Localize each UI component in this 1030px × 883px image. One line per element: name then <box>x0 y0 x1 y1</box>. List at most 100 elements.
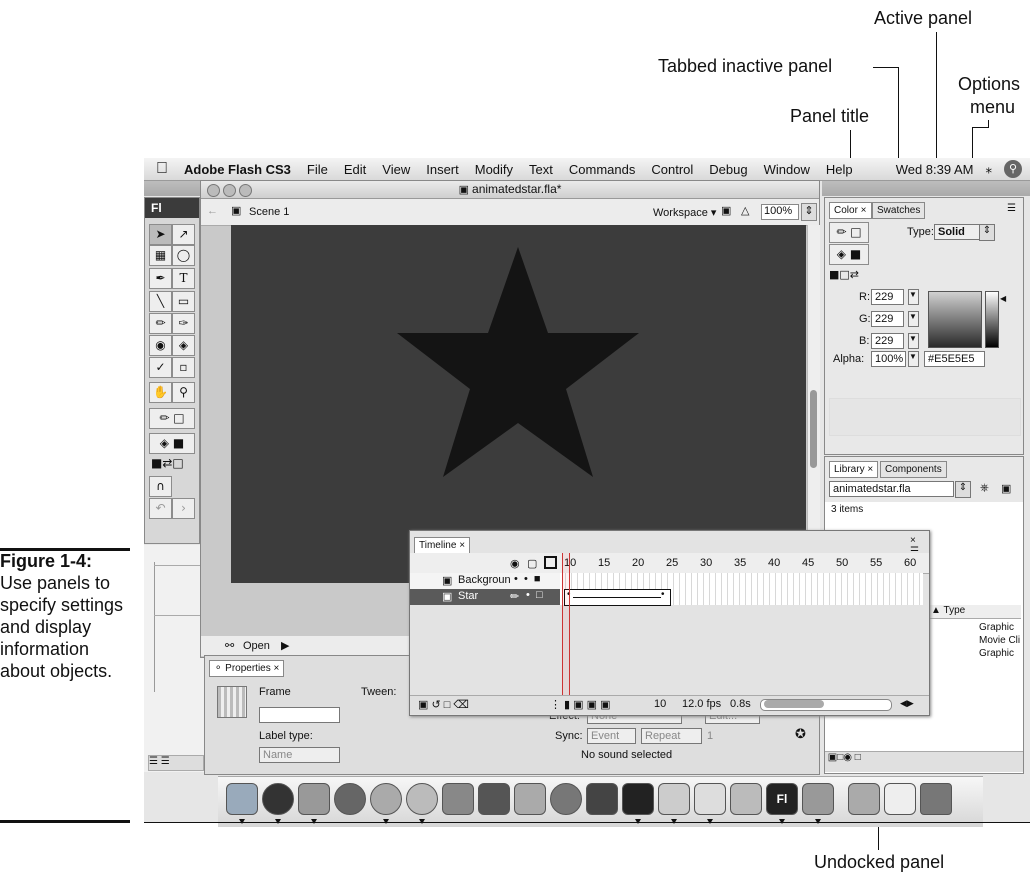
layer-row-star[interactable]: ▣ Star ✏ • □ <box>410 589 560 605</box>
tab-color[interactable]: Color × <box>829 202 872 219</box>
b-field[interactable]: 229 <box>871 333 904 349</box>
spotlight-icon[interactable]: ⚲ <box>1004 160 1022 178</box>
brightness-pointer-icon[interactable]: ◀ <box>1000 294 1006 303</box>
apple-icon[interactable]:  <box>156 160 168 178</box>
menu-modify[interactable]: Modify <box>475 162 513 177</box>
label-type-select[interactable]: Name <box>259 747 340 763</box>
color-spectrum[interactable] <box>928 291 982 348</box>
view-buttons[interactable]: ☰ ☰ <box>148 755 204 771</box>
black-white-swap-icons[interactable]: ■□⇄ <box>829 268 859 281</box>
brush-tool-icon[interactable]: ✑ <box>172 313 195 334</box>
onion-skin-icons[interactable]: ⋮ ▮ ▣ ▣ ▣ <box>550 698 610 711</box>
g-dropdown-icon[interactable]: ▼ <box>908 311 919 327</box>
alpha-field[interactable]: 100% <box>871 351 906 367</box>
word-icon[interactable] <box>694 783 726 815</box>
open-icon[interactable]: ⚯ <box>225 639 234 652</box>
frame-name-input[interactable] <box>259 707 340 723</box>
eraser-tool-icon[interactable]: ▫ <box>172 357 195 378</box>
documents-folder-icon[interactable] <box>884 783 916 815</box>
library-type-2[interactable]: Movie Cli <box>979 635 1020 646</box>
zoom-tool-icon[interactable]: ⚲ <box>172 382 195 403</box>
vertical-scroll-thumb[interactable] <box>810 390 817 468</box>
type-select[interactable]: Solid <box>934 224 981 240</box>
menu-edit[interactable]: Edit <box>344 162 366 177</box>
b-dropdown-icon[interactable]: ▼ <box>908 333 919 349</box>
pencil-tool-icon[interactable]: ✏ <box>149 313 172 334</box>
repeat-select[interactable]: Repeat <box>641 728 702 744</box>
new-library-icon[interactable]: ▣ <box>1001 482 1011 495</box>
open-label[interactable]: Open <box>243 640 270 652</box>
menu-view[interactable]: View <box>382 162 410 177</box>
menu-clock[interactable]: Wed 8:39 AM <box>896 162 974 177</box>
workspace-menu[interactable]: Workspace ▾ <box>653 206 716 219</box>
library-select-arrows-icon[interactable]: ⇕ <box>955 481 971 498</box>
menu-commands[interactable]: Commands <box>569 162 635 177</box>
finder-icon[interactable] <box>226 783 258 815</box>
options-menu-icon[interactable]: ☰ <box>1007 203 1016 214</box>
add-layer-icons[interactable]: ▣ ↺ □ ⌫ <box>418 698 469 711</box>
zoom-dropdown-icon[interactable]: ⇕ <box>801 203 817 221</box>
help-icon[interactable]: ✪ <box>795 726 806 742</box>
lasso-tool-icon[interactable]: ◯ <box>172 245 195 266</box>
timeline-scroll-thumb[interactable] <box>764 700 824 708</box>
photos-icon[interactable] <box>478 783 510 815</box>
edit-symbol-icon[interactable]: △ <box>741 204 749 217</box>
library-column-header[interactable]: ▲ Type <box>925 605 1021 619</box>
tab-timeline[interactable]: Timeline × <box>414 537 471 554</box>
fill-color-swatch[interactable]: ◈ ■ <box>149 433 195 454</box>
rectangle-tool-icon[interactable]: ▭ <box>172 291 195 312</box>
bluetooth-icon[interactable]: ⁎ <box>986 162 993 177</box>
outline-icon[interactable] <box>544 556 557 569</box>
tab-components[interactable]: Components <box>880 461 947 478</box>
text-tool-icon[interactable]: T <box>172 268 195 289</box>
brightness-slider[interactable] <box>985 291 999 348</box>
tween-span[interactable]: • • <box>564 589 671 606</box>
smooth-icon[interactable]: ↶ <box>149 498 172 519</box>
scene-label[interactable]: Scene 1 <box>249 206 289 218</box>
scroll-arrows-icon[interactable]: ◀▶ <box>900 698 914 709</box>
mail-icon[interactable] <box>298 783 330 815</box>
tab-properties[interactable]: ⚬ Properties × <box>209 660 285 677</box>
g-field[interactable]: 229 <box>871 311 904 327</box>
subselection-tool-icon[interactable]: ↗ <box>172 224 195 245</box>
lock-icon[interactable]: ▢ <box>527 557 537 570</box>
tab-swatches[interactable]: Swatches <box>872 202 926 219</box>
menu-insert[interactable]: Insert <box>426 162 459 177</box>
r-dropdown-icon[interactable]: ▼ <box>908 289 919 305</box>
safari-icon[interactable] <box>370 783 402 815</box>
menu-debug[interactable]: Debug <box>709 162 747 177</box>
minimize-window-button[interactable] <box>223 184 236 197</box>
dreamweaver-icon[interactable] <box>658 783 690 815</box>
layer-name-star[interactable]: Star <box>458 590 478 602</box>
selection-tool-icon[interactable]: ➤ <box>149 224 172 245</box>
address-book-icon[interactable] <box>514 783 546 815</box>
terminal-icon[interactable] <box>622 783 654 815</box>
flash-icon[interactable]: Fl <box>766 783 798 815</box>
hex-field[interactable]: #E5E5E5 <box>924 351 985 367</box>
firefox-icon[interactable] <box>334 783 366 815</box>
preview-icon[interactable] <box>802 783 834 815</box>
tab-library[interactable]: Library × <box>829 461 879 478</box>
zoom-window-button[interactable] <box>239 184 252 197</box>
play-arrow-icon[interactable]: ▶ <box>281 639 289 652</box>
applications-folder-icon[interactable] <box>848 783 880 815</box>
eye-icon[interactable]: ◉ <box>510 557 520 570</box>
menu-app-name[interactable]: Adobe Flash CS3 <box>184 162 291 177</box>
trash-icon[interactable] <box>920 783 952 815</box>
edit-scene-icon[interactable]: ▣ <box>721 204 731 217</box>
r-field[interactable]: 229 <box>871 289 904 305</box>
straighten-icon[interactable]: › <box>172 498 195 519</box>
dashboard-icon[interactable] <box>262 783 294 815</box>
free-transform-tool-icon[interactable]: ▦ <box>149 245 172 266</box>
menu-window[interactable]: Window <box>764 162 810 177</box>
library-type-3[interactable]: Graphic <box>979 648 1014 659</box>
library-type-1[interactable]: Graphic <box>979 622 1014 633</box>
zoom-field[interactable]: 100% <box>761 204 799 220</box>
back-arrow-icon[interactable]: ← <box>207 205 218 217</box>
close-window-button[interactable] <box>207 184 220 197</box>
swap-colors-icons[interactable]: ■⇄□ <box>151 456 184 470</box>
pin-library-icon[interactable]: ⎈ <box>980 482 989 495</box>
eyedropper-tool-icon[interactable]: ✓ <box>149 357 172 378</box>
hand-tool-icon[interactable]: ✋ <box>149 382 172 403</box>
menu-control[interactable]: Control <box>651 162 693 177</box>
